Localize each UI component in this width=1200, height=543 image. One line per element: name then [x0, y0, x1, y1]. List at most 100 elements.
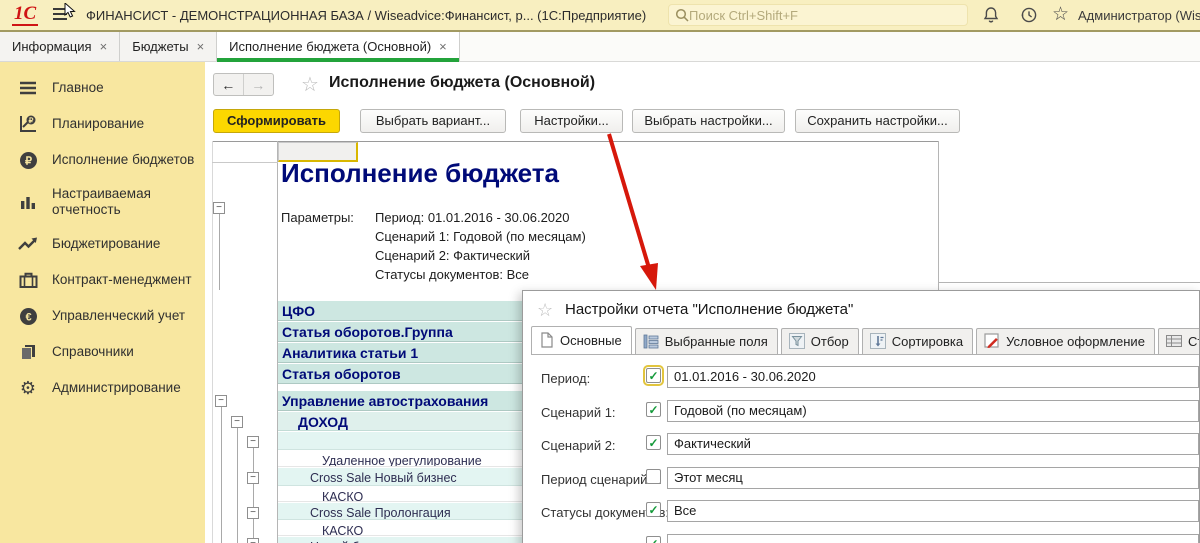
books-icon — [18, 342, 38, 362]
table-row[interactable]: КАСКО — [278, 521, 523, 536]
main-content: ← → ☆ Исполнение бюджета (Основной) Сфор… — [205, 62, 1200, 543]
sidebar-item-kontrakt-menedzhment[interactable]: Контракт-менеджмент — [0, 262, 205, 298]
margin-cell-border — [212, 162, 278, 163]
search-input[interactable] — [689, 7, 949, 23]
table-row[interactable]: Статья оборотов.Группа — [278, 322, 523, 342]
tab-byudzhety[interactable]: Бюджеты × — [120, 32, 218, 61]
save-settings-button[interactable]: Сохранить настройки... — [795, 109, 960, 133]
global-search[interactable] — [668, 4, 968, 26]
table-row[interactable]: Cross Sale Пролонгация — [278, 503, 523, 520]
tab-ispolnenie-byudzheta[interactable]: Исполнение бюджета (Основной) × — [217, 32, 460, 62]
dialog-tab-label: Сортировка — [891, 333, 964, 349]
gear-icon: ⚙ — [19, 378, 37, 398]
notifications-bell-icon[interactable] — [982, 6, 1000, 24]
choose-settings-button[interactable]: Выбрать настройки... — [632, 109, 785, 133]
dialog-tab-otbor[interactable]: Отбор — [780, 328, 859, 354]
tab-informatsiya[interactable]: Информация × — [0, 32, 121, 61]
table-row[interactable]: Управление автострахования — [278, 391, 523, 411]
report-param: Статусы документов: Все — [375, 267, 529, 282]
table-row[interactable]: Cross Sale Новый бизнес — [278, 468, 523, 486]
generate-button[interactable]: Сформировать — [213, 109, 340, 133]
choose-variant-button[interactable]: Выбрать вариант... — [360, 109, 506, 133]
dialog-tab-label: Стр — [1187, 333, 1199, 349]
favorites-star-icon[interactable]: ☆ — [1052, 3, 1069, 26]
menu-icon — [18, 78, 38, 98]
field-period-scenario2[interactable]: Этот месяц — [667, 467, 1199, 489]
history-icon[interactable] — [1020, 6, 1038, 24]
checkbox-scenario1[interactable]: ✓ — [646, 402, 661, 417]
expander-minus[interactable]: − — [247, 507, 259, 519]
trend-arrow-icon — [18, 234, 38, 254]
report-right-column-line — [938, 141, 939, 290]
settings-button[interactable]: Настройки... — [520, 109, 623, 133]
nav-history-group: ← → — [213, 73, 274, 96]
table-row[interactable]: ЦФО — [278, 301, 523, 321]
sidebar-item-label: Настраиваемая отчетность — [52, 186, 151, 217]
checkbox-extra[interactable]: ✓ — [646, 536, 661, 543]
table-row[interactable]: КАСКО — [278, 487, 523, 502]
sidebar-item-label: Справочники — [52, 344, 134, 359]
sort-icon — [869, 333, 886, 349]
table-row[interactable]: ДОХОД — [278, 412, 523, 431]
back-button[interactable]: ← — [214, 74, 244, 95]
checkbox-doc-statuses[interactable]: ✓ — [646, 502, 661, 517]
expander-minus[interactable]: − — [213, 202, 225, 214]
svg-text:€: € — [25, 311, 31, 323]
dialog-favorite-star-icon[interactable]: ☆ — [537, 300, 553, 321]
sidebar-item-glavnoe[interactable]: Главное — [0, 70, 205, 106]
tree-line — [219, 214, 220, 290]
table-row[interactable]: Аналитика статьи 1 — [278, 343, 523, 363]
table-row[interactable] — [278, 432, 523, 450]
expander-minus[interactable]: − — [247, 538, 259, 543]
sidebar-item-spravochniki[interactable]: Справочники — [0, 334, 205, 370]
tree-line — [221, 407, 222, 543]
forward-button[interactable]: → — [244, 74, 273, 95]
field-period[interactable]: 01.01.2016 - 30.06.2020 — [667, 366, 1199, 388]
sidebar-item-label: Администрирование — [52, 380, 181, 395]
filter-icon — [788, 333, 805, 349]
sidebar-item-ispolnenie-byudzhetov[interactable]: ₽ Исполнение бюджетов — [0, 142, 205, 178]
sidebar-item-byudzhetirovanie[interactable]: Бюджетирование — [0, 226, 205, 262]
sidebar-item-planirovanie[interactable]: ₽ Планирование — [0, 106, 205, 142]
field-scenario1[interactable]: Годовой (по месяцам) — [667, 400, 1199, 422]
dialog-tab-sortirovka[interactable]: Сортировка — [861, 328, 974, 354]
field-doc-statuses[interactable]: Все — [667, 500, 1199, 522]
field-scenario2[interactable]: Фактический — [667, 433, 1199, 455]
report-settings-dialog: ☆ Настройки отчета "Исполнение бюджета" … — [522, 290, 1200, 543]
mouse-cursor-icon — [64, 3, 76, 18]
conditional-formatting-icon — [984, 333, 999, 348]
table-row[interactable]: Удаленное урегулирование — [278, 451, 523, 467]
table-row[interactable]: Новый бизнес — [278, 537, 523, 543]
sidebar-item-upravlencheskiy-uchet[interactable]: € Управленческий учет — [0, 298, 205, 334]
dialog-tab-vybrannye-polya[interactable]: Выбранные поля — [634, 328, 778, 354]
checkbox-scenario2[interactable]: ✓ — [646, 435, 661, 450]
close-icon[interactable]: × — [439, 39, 447, 54]
dialog-tab-osnovnye[interactable]: Основные — [531, 326, 632, 354]
search-icon — [675, 8, 689, 22]
tree-line — [237, 428, 238, 543]
favorite-star-icon[interactable]: ☆ — [301, 72, 319, 97]
field-label-scenario1: Сценарий 1: — [541, 405, 616, 420]
dialog-tab-struktura[interactable]: Стр — [1157, 328, 1199, 354]
field-label-period: Период: — [541, 371, 591, 386]
field-extra[interactable] — [667, 534, 1199, 543]
checkbox-period[interactable]: ✓ — [643, 365, 664, 386]
table-row[interactable]: Статья оборотов — [278, 364, 523, 384]
expander-minus[interactable]: − — [231, 416, 243, 428]
sidebar-item-administrirovanie[interactable]: ⚙ Администрирование — [0, 370, 205, 406]
tab-label: Бюджеты — [132, 39, 189, 54]
close-icon[interactable]: × — [197, 39, 205, 54]
expander-minus[interactable]: − — [215, 395, 227, 407]
expander-minus[interactable]: − — [247, 436, 259, 448]
selected-fields-icon — [643, 334, 659, 348]
tab-label: Информация — [12, 39, 92, 54]
current-user[interactable]: Администратор (WiseA — [1078, 8, 1200, 23]
expander-minus[interactable]: − — [247, 472, 259, 484]
briefcase-icon — [18, 270, 38, 290]
sidebar-item-nastraivaemaya-otchetnost[interactable]: Настраиваемая отчетность — [0, 178, 205, 226]
sidebar-item-label: Главное — [52, 80, 104, 95]
tab-label: Исполнение бюджета (Основной) — [229, 39, 432, 54]
dialog-tab-uslovnoe-oformlenie[interactable]: Условное оформление — [976, 328, 1155, 354]
close-icon[interactable]: × — [100, 39, 108, 54]
checkbox-period-scenario2[interactable] — [646, 469, 661, 484]
